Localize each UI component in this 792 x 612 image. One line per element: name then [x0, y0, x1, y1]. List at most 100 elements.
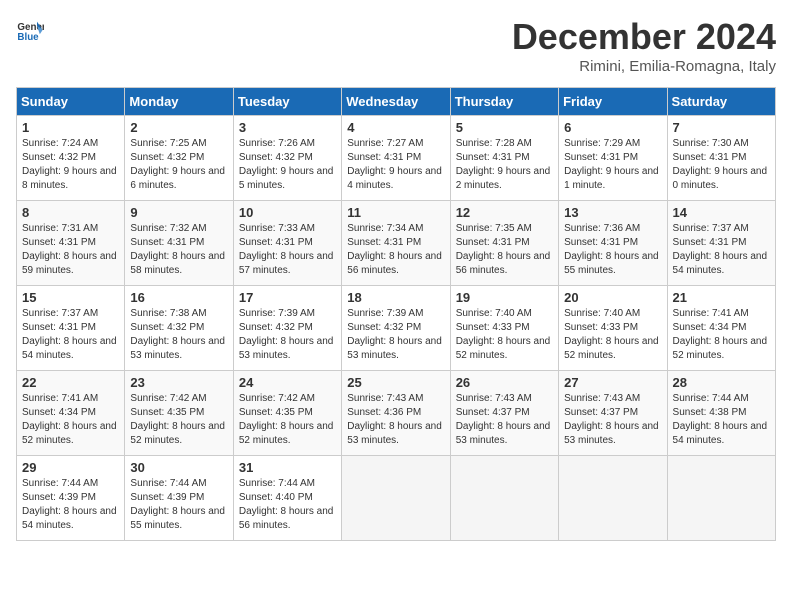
calendar-cell: [667, 456, 775, 541]
calendar-table: SundayMondayTuesdayWednesdayThursdayFrid…: [16, 87, 776, 541]
cell-content: Sunrise: 7:41 AMSunset: 4:34 PMDaylight:…: [22, 392, 119, 448]
day-number: 25: [347, 375, 444, 390]
cell-content: Sunrise: 7:37 AMSunset: 4:31 PMDaylight:…: [22, 307, 119, 363]
week-row-5: 29 Sunrise: 7:44 AMSunset: 4:39 PMDayligh…: [17, 456, 776, 541]
calendar-cell: 8Sunrise: 7:31 AMSunset: 4:31 PMDaylight…: [17, 201, 125, 286]
calendar-cell: 13 Sunrise: 7:36 AMSunset: 4:31 PMDayligh…: [559, 201, 667, 286]
day-number: 5: [456, 120, 553, 135]
day-number: 18: [347, 290, 444, 305]
header-friday: Friday: [559, 88, 667, 116]
day-number: 29: [22, 460, 119, 475]
cell-content: Sunrise: 7:42 AMSunset: 4:35 PMDaylight:…: [130, 392, 227, 448]
header-sunday: Sunday: [17, 88, 125, 116]
cell-content: Sunrise: 7:27 AMSunset: 4:31 PMDaylight:…: [347, 137, 444, 193]
cell-content: Sunrise: 7:31 AMSunset: 4:31 PMDaylight:…: [22, 222, 119, 278]
day-number: 10: [239, 205, 336, 220]
day-number: 19: [456, 290, 553, 305]
calendar-cell: 27Sunrise: 7:43 AMSunset: 4:37 PMDayligh…: [559, 371, 667, 456]
cell-content: Sunrise: 7:30 AMSunset: 4:31 PMDaylight:…: [673, 137, 770, 193]
calendar-cell: 25 Sunrise: 7:43 AMSunset: 4:36 PMDayligh…: [342, 371, 450, 456]
calendar-cell: 16 Sunrise: 7:38 AMSunset: 4:32 PMDayligh…: [125, 286, 233, 371]
location-subtitle: Rimini, Emilia-Romagna, Italy: [512, 58, 776, 75]
day-number: 4: [347, 120, 444, 135]
day-number: 14: [673, 205, 770, 220]
calendar-cell: [342, 456, 450, 541]
calendar-cell: 28Sunrise: 7:44 AMSunset: 4:38 PMDayligh…: [667, 371, 775, 456]
calendar-cell: 14 Sunrise: 7:37 AMSunset: 4:31 PMDayligh…: [667, 201, 775, 286]
day-number: 26: [456, 375, 553, 390]
day-number: 22: [22, 375, 119, 390]
day-number: 21: [673, 290, 770, 305]
cell-content: Sunrise: 7:44 AMSunset: 4:40 PMDaylight:…: [239, 477, 336, 533]
calendar-cell: 12Sunrise: 7:35 AMSunset: 4:31 PMDayligh…: [450, 201, 558, 286]
cell-content: Sunrise: 7:43 AMSunset: 4:36 PMDaylight:…: [347, 392, 444, 448]
cell-content: Sunrise: 7:38 AMSunset: 4:32 PMDaylight:…: [130, 307, 227, 363]
week-row-3: 15 Sunrise: 7:37 AMSunset: 4:31 PMDayligh…: [17, 286, 776, 371]
cell-content: Sunrise: 7:26 AMSunset: 4:32 PMDaylight:…: [239, 137, 336, 193]
cell-content: Sunrise: 7:34 AMSunset: 4:31 PMDaylight:…: [347, 222, 444, 278]
header: General Blue December 2024 Rimini, Emili…: [16, 16, 776, 75]
calendar-cell: 6 Sunrise: 7:29 AMSunset: 4:31 PMDaylight…: [559, 116, 667, 201]
calendar-cell: 23 Sunrise: 7:42 AMSunset: 4:35 PMDayligh…: [125, 371, 233, 456]
calendar-cell: 11 Sunrise: 7:34 AMSunset: 4:31 PMDayligh…: [342, 201, 450, 286]
calendar-cell: 19 Sunrise: 7:40 AMSunset: 4:33 PMDayligh…: [450, 286, 558, 371]
week-row-2: 8Sunrise: 7:31 AMSunset: 4:31 PMDaylight…: [17, 201, 776, 286]
month-title: December 2024: [512, 16, 776, 58]
day-number: 31: [239, 460, 336, 475]
cell-content: Sunrise: 7:25 AMSunset: 4:32 PMDaylight:…: [130, 137, 227, 193]
cell-content: Sunrise: 7:29 AMSunset: 4:31 PMDaylight:…: [564, 137, 661, 193]
calendar-cell: 9 Sunrise: 7:32 AMSunset: 4:31 PMDaylight…: [125, 201, 233, 286]
header-saturday: Saturday: [667, 88, 775, 116]
cell-content: Sunrise: 7:39 AMSunset: 4:32 PMDaylight:…: [347, 307, 444, 363]
cell-content: Sunrise: 7:42 AMSunset: 4:35 PMDaylight:…: [239, 392, 336, 448]
calendar-cell: 30Sunrise: 7:44 AMSunset: 4:39 PMDayligh…: [125, 456, 233, 541]
calendar-cell: 5 Sunrise: 7:28 AMSunset: 4:31 PMDaylight…: [450, 116, 558, 201]
calendar-cell: 2Sunrise: 7:25 AMSunset: 4:32 PMDaylight…: [125, 116, 233, 201]
calendar-cell: 20Sunrise: 7:40 AMSunset: 4:33 PMDayligh…: [559, 286, 667, 371]
calendar-cell: 15 Sunrise: 7:37 AMSunset: 4:31 PMDayligh…: [17, 286, 125, 371]
calendar-cell: 18 Sunrise: 7:39 AMSunset: 4:32 PMDayligh…: [342, 286, 450, 371]
day-number: 27: [564, 375, 661, 390]
title-area: December 2024 Rimini, Emilia-Romagna, It…: [512, 16, 776, 75]
day-number: 17: [239, 290, 336, 305]
week-row-1: 1 Sunrise: 7:24 AMSunset: 4:32 PMDaylight…: [17, 116, 776, 201]
day-number: 30: [130, 460, 227, 475]
cell-content: Sunrise: 7:36 AMSunset: 4:31 PMDaylight:…: [564, 222, 661, 278]
day-number: 7: [673, 120, 770, 135]
calendar-cell: 31 Sunrise: 7:44 AMSunset: 4:40 PMDayligh…: [233, 456, 341, 541]
cell-content: Sunrise: 7:28 AMSunset: 4:31 PMDaylight:…: [456, 137, 553, 193]
day-number: 1: [22, 120, 119, 135]
day-number: 9: [130, 205, 227, 220]
day-number: 13: [564, 205, 661, 220]
calendar-cell: 3 Sunrise: 7:26 AMSunset: 4:32 PMDaylight…: [233, 116, 341, 201]
day-number: 11: [347, 205, 444, 220]
svg-text:Blue: Blue: [17, 32, 39, 43]
day-number: 15: [22, 290, 119, 305]
calendar-cell: 24 Sunrise: 7:42 AMSunset: 4:35 PMDayligh…: [233, 371, 341, 456]
calendar-header-row: SundayMondayTuesdayWednesdayThursdayFrid…: [17, 88, 776, 116]
cell-content: Sunrise: 7:24 AMSunset: 4:32 PMDaylight:…: [22, 137, 119, 193]
calendar-cell: 22 Sunrise: 7:41 AMSunset: 4:34 PMDayligh…: [17, 371, 125, 456]
day-number: 23: [130, 375, 227, 390]
cell-content: Sunrise: 7:37 AMSunset: 4:31 PMDaylight:…: [673, 222, 770, 278]
day-number: 3: [239, 120, 336, 135]
header-tuesday: Tuesday: [233, 88, 341, 116]
calendar-cell: 7 Sunrise: 7:30 AMSunset: 4:31 PMDaylight…: [667, 116, 775, 201]
logo-icon: General Blue: [16, 16, 44, 44]
cell-content: Sunrise: 7:32 AMSunset: 4:31 PMDaylight:…: [130, 222, 227, 278]
calendar-cell: 1 Sunrise: 7:24 AMSunset: 4:32 PMDaylight…: [17, 116, 125, 201]
calendar-cell: [450, 456, 558, 541]
cell-content: Sunrise: 7:41 AMSunset: 4:34 PMDaylight:…: [673, 307, 770, 363]
cell-content: Sunrise: 7:35 AMSunset: 4:31 PMDaylight:…: [456, 222, 553, 278]
day-number: 16: [130, 290, 227, 305]
cell-content: Sunrise: 7:39 AMSunset: 4:32 PMDaylight:…: [239, 307, 336, 363]
cell-content: Sunrise: 7:40 AMSunset: 4:33 PMDaylight:…: [456, 307, 553, 363]
cell-content: Sunrise: 7:44 AMSunset: 4:39 PMDaylight:…: [22, 477, 119, 533]
day-number: 24: [239, 375, 336, 390]
calendar-cell: 17 Sunrise: 7:39 AMSunset: 4:32 PMDayligh…: [233, 286, 341, 371]
cell-content: Sunrise: 7:43 AMSunset: 4:37 PMDaylight:…: [456, 392, 553, 448]
header-monday: Monday: [125, 88, 233, 116]
calendar-cell: 10Sunrise: 7:33 AMSunset: 4:31 PMDayligh…: [233, 201, 341, 286]
day-number: 6: [564, 120, 661, 135]
calendar-cell: [559, 456, 667, 541]
